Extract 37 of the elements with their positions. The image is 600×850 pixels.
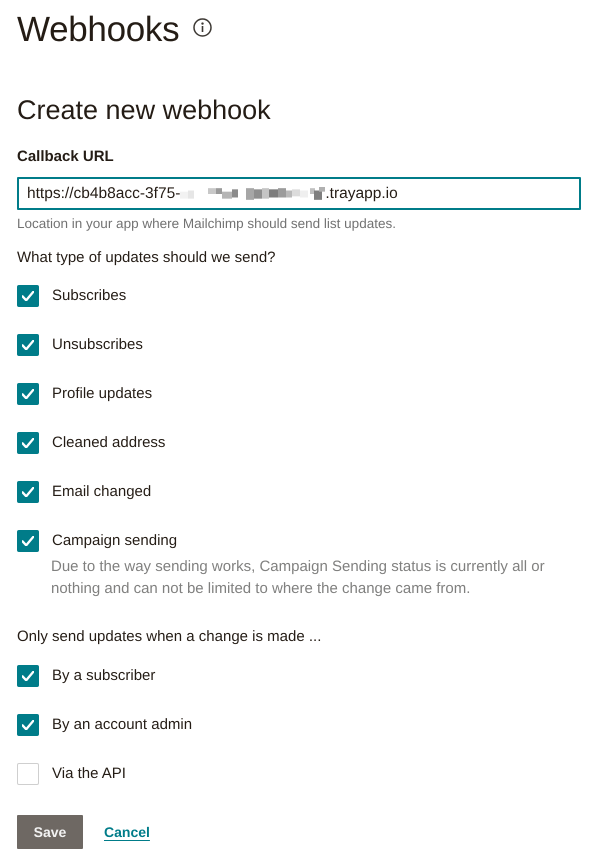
checkbox-label[interactable]: Campaign sending (52, 531, 178, 551)
info-icon[interactable] (193, 18, 212, 36)
checkbox[interactable] (17, 432, 39, 454)
checkbox-label[interactable]: Subscribes (52, 286, 126, 306)
question-text: What type of updates should we send? (17, 248, 277, 268)
check-icon (22, 340, 34, 350)
checkbox-label[interactable]: Email changed (52, 482, 152, 502)
form-heading: Create new webhook (17, 94, 272, 127)
helper-text: Location in your app where Mailchimp should send list updates. (17, 216, 397, 232)
option-description: Due to the way sending works, Campaign Sending status is currently all or nothing and can not be limited to where the change came from. (51, 557, 546, 599)
check-icon (22, 438, 34, 448)
checkbox[interactable] (17, 383, 39, 405)
checkbox[interactable] (17, 714, 39, 736)
check-icon (22, 720, 34, 730)
checkbox[interactable] (17, 530, 39, 552)
checkbox-label[interactable]: By an account admin (52, 715, 192, 735)
checkbox[interactable] (17, 763, 39, 785)
checkbox-label[interactable]: By a subscriber (52, 666, 156, 686)
checkbox-label[interactable]: Unsubscribes (52, 335, 143, 355)
question-text: Only send updates when a change is made ... (17, 627, 322, 647)
checkbox-label[interactable]: Via the API (52, 764, 126, 784)
save-button[interactable]: Save (17, 815, 83, 849)
checkbox[interactable] (17, 334, 39, 356)
cancel-link[interactable]: Cancel (104, 824, 150, 840)
check-icon (22, 389, 34, 399)
checkbox[interactable] (17, 481, 39, 503)
checkbox[interactable] (17, 665, 39, 687)
check-icon (22, 536, 34, 546)
check-icon (22, 671, 34, 681)
checkbox[interactable] (17, 285, 39, 307)
page-title: Webhooks (17, 9, 180, 51)
checkbox-label[interactable]: Profile updates (52, 384, 152, 404)
check-icon (22, 291, 34, 301)
url-input-field[interactable]: https://cb4b8acc-3f75- .trayapp.io (17, 177, 581, 210)
field-label: Callback URL (17, 147, 115, 167)
checkbox-label[interactable]: Cleaned address (52, 433, 166, 453)
check-icon (22, 487, 34, 497)
